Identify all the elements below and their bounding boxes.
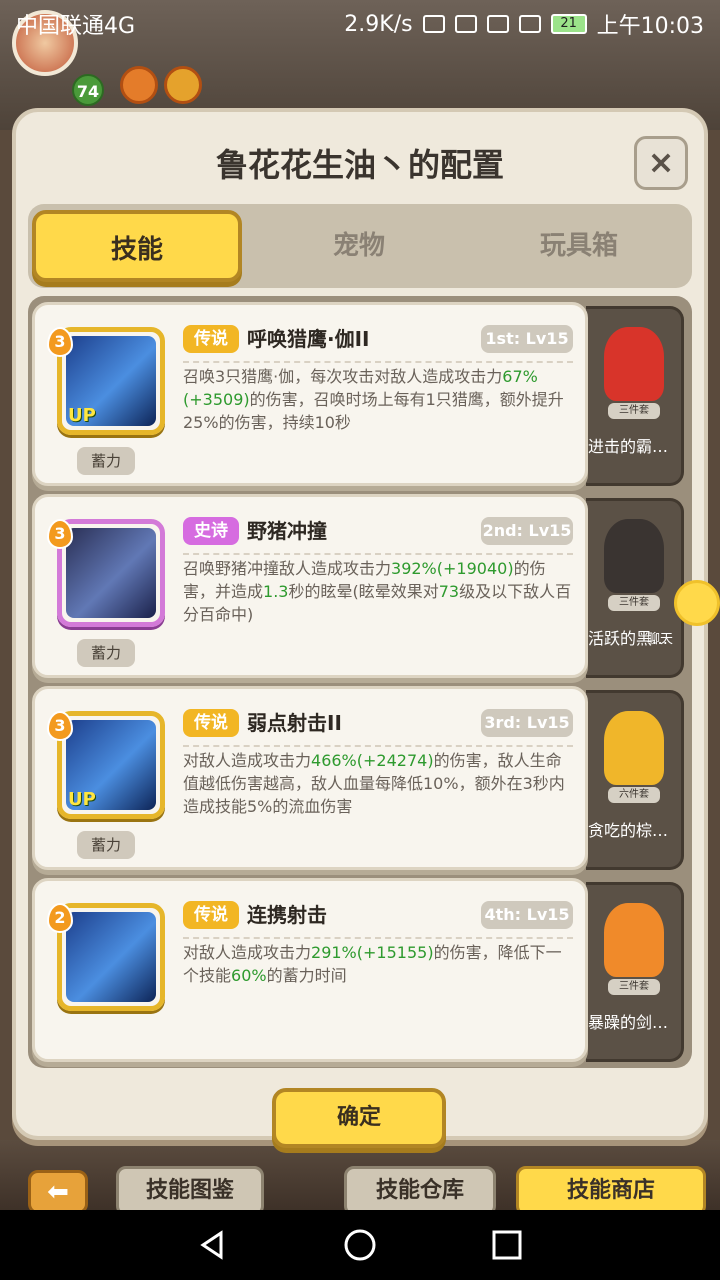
star-level-badge: 2: [47, 903, 73, 933]
star-level-badge: 3: [47, 519, 73, 549]
side-pet-card[interactable]: 六件套 贪吃的棕…: [586, 690, 684, 870]
highlight-value: 392%: [391, 559, 437, 578]
battery-icon: 21: [550, 14, 587, 34]
shop-token-icon[interactable]: [164, 66, 202, 104]
skill-icon-frame[interactable]: [57, 903, 165, 1011]
description-text: 对敌人造成攻击力: [183, 943, 312, 962]
side-pet-card[interactable]: 三件套 进击的霸…: [586, 306, 684, 486]
description-text: 对敌人造成攻击力: [183, 751, 312, 770]
skill-name: 野猪冲撞: [247, 519, 327, 543]
android-nav-bar: [0, 1210, 720, 1280]
side-pet-card[interactable]: 三件套 暴躁的剑…: [586, 882, 684, 1062]
nav-back-icon[interactable]: [195, 1227, 231, 1263]
status-bar: 中国联通4G 2.9K/s 21 上午10:03: [0, 0, 720, 48]
set-tag: 三件套: [608, 403, 660, 419]
divider: [183, 937, 573, 939]
skill-card[interactable]: 2 传说 连携射击 4th: Lv15 对敌人造成攻击力291%(+15155)…: [32, 878, 588, 1062]
skill-description: 对敌人造成攻击力466%(+24274)的伤害，敌人生命值越低伤害越高，敌人血量…: [183, 749, 577, 818]
star-level-badge: 3: [47, 711, 73, 741]
chain-shot-icon: [66, 912, 156, 1002]
highlight-value: 466%: [311, 751, 357, 770]
pet-figure-icon: [604, 903, 664, 977]
skill-codex-button[interactable]: 技能图鉴: [116, 1166, 264, 1216]
divider: [183, 361, 573, 363]
nav-home-icon[interactable]: [342, 1227, 378, 1263]
tab-toybox[interactable]: 玩具箱: [474, 210, 684, 282]
mute-icon: [422, 15, 445, 33]
dialog-title: 鲁花花生油丶的配置: [215, 146, 504, 184]
pet-name: 进击的霸…: [588, 437, 669, 456]
upgrade-label: UP: [68, 405, 96, 426]
skill-icon-frame[interactable]: UP: [57, 327, 165, 435]
skill-icon-frame[interactable]: [57, 519, 165, 627]
confirm-button[interactable]: 确定: [272, 1088, 446, 1148]
description-text: 召唤3只猎鹰·伽，每次攻击对敌人造成攻击力: [183, 367, 503, 386]
pet-figure-icon: [604, 327, 664, 401]
rarity-badge: 传说: [183, 709, 239, 737]
token-icon[interactable]: [120, 66, 158, 104]
highlight-value: 1.3: [263, 582, 289, 601]
player-level-badge: 74: [72, 74, 104, 106]
charge-tag: 蓄力: [77, 831, 135, 859]
skill-name: 连携射击: [247, 903, 327, 927]
pet-name: 暴躁的剑…: [588, 1013, 669, 1032]
carrier-label: 中国联通4G: [16, 14, 136, 39]
skill-description: 召唤野猪冲撞敌人造成攻击力392%(+19040)的伤害，并造成1.3秒的眩晕(…: [183, 557, 577, 626]
tab-skills[interactable]: 技能: [32, 210, 242, 282]
upgrade-label: UP: [68, 789, 96, 810]
highlight-value: (+3509): [183, 390, 250, 409]
highlight-value: 291%: [311, 943, 357, 962]
highlight-value: 60%: [231, 966, 267, 985]
skill-card[interactable]: UP 3 蓄力 传说 弱点射击II 3rd: Lv15 对敌人造成攻击力466%…: [32, 686, 588, 870]
highlight-value: 73: [438, 582, 460, 601]
highlight-value: (+19040): [436, 559, 514, 578]
pet-name: 贪吃的棕…: [588, 821, 669, 840]
skill-shop-button[interactable]: 技能商店: [516, 1166, 706, 1216]
skill-description: 召唤3只猎鹰·伽，每次攻击对敌人造成攻击力67%(+3509)的伤害，召唤时场上…: [183, 365, 577, 434]
skill-rank-badge: 4th: Lv15: [481, 901, 573, 929]
set-tag: 三件套: [608, 595, 660, 611]
rarity-badge: 传说: [183, 901, 239, 929]
star-level-badge: 3: [47, 327, 73, 357]
alarm-icon: [454, 15, 477, 33]
network-speed: 2.9K/s: [344, 11, 413, 37]
divider: [183, 745, 573, 747]
highlight-value: (+24274): [356, 751, 434, 770]
set-tag: 六件套: [608, 787, 660, 803]
description-text: 召唤野猪冲撞敌人造成攻击力: [183, 559, 392, 578]
close-button[interactable]: ×: [634, 136, 688, 190]
skill-name: 弱点射击II: [247, 711, 342, 735]
skill-storage-button[interactable]: 技能仓库: [344, 1166, 496, 1216]
rarity-badge: 传说: [183, 325, 239, 353]
charge-tag: 蓄力: [77, 639, 135, 667]
signal-icon: [518, 15, 541, 33]
pet-figure-icon: [604, 711, 664, 785]
boar-skill-icon: [66, 528, 156, 618]
set-tag: 三件套: [608, 979, 660, 995]
skill-card[interactable]: 3 蓄力 史诗 野猪冲撞 2nd: Lv15 召唤野猪冲撞敌人造成攻击力392%…: [32, 494, 588, 678]
skill-rank-badge: 3rd: Lv15: [481, 709, 573, 737]
divider: [183, 553, 573, 555]
skill-icon-frame[interactable]: UP: [57, 711, 165, 819]
chat-button[interactable]: 聊天: [647, 580, 720, 647]
rarity-badge: 史诗: [183, 517, 239, 545]
skill-rank-badge: 2nd: Lv15: [481, 517, 573, 545]
charge-tag: 蓄力: [77, 447, 135, 475]
chat-label: 聊天: [647, 632, 674, 647]
nav-recents-icon[interactable]: [489, 1227, 525, 1263]
skill-rank-badge: 1st: Lv15: [481, 325, 573, 353]
skill-name: 呼唤猎鹰·伽II: [247, 327, 370, 351]
highlight-value: 67%: [502, 367, 538, 386]
highlight-value: (+15155): [356, 943, 434, 962]
description-text: 秒的眩晕(眩晕效果对: [288, 582, 439, 601]
skill-card[interactable]: UP 3 蓄力 传说 呼唤猎鹰·伽II 1st: Lv15 召唤3只猎鹰·伽，每…: [32, 302, 588, 486]
back-arrow-icon[interactable]: ⬅: [28, 1170, 88, 1214]
description-text: 的蓄力时间: [266, 966, 347, 985]
clock: 上午10:03: [596, 14, 704, 39]
wifi-icon: [486, 15, 509, 33]
skill-description: 对敌人造成攻击力291%(+15155)的伤害，降低下一个技能60%的蓄力时间: [183, 941, 577, 987]
pet-figure-icon: [604, 519, 664, 593]
tab-pets[interactable]: 宠物: [254, 210, 464, 282]
